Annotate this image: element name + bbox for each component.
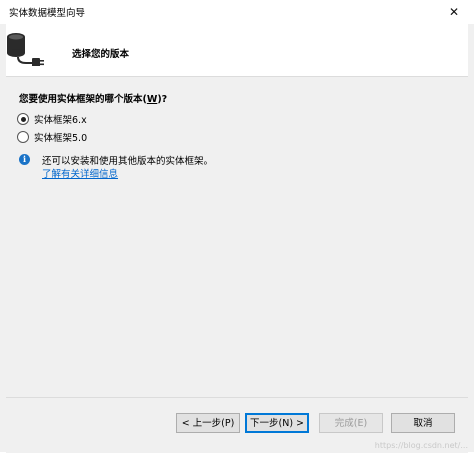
wizard-header: 选择您的版本 [0, 24, 474, 77]
option-ef6[interactable]: 实体框架6.x [17, 112, 87, 126]
question-accelerator: W [146, 94, 158, 105]
title-bar: 实体数据模型向导 ✕ [0, 0, 474, 24]
back-button[interactable]: < 上一步(P) [176, 413, 240, 433]
cancel-button[interactable]: 取消 [391, 413, 455, 433]
next-button[interactable]: 下一步(N) > [245, 413, 309, 433]
option-ef5-label[interactable]: 实体框架5.0 [34, 130, 87, 144]
wizard-body: 您要使用实体框架的哪个版本(W)? 实体框架6.x 实体框架5.0 i 还可以安… [6, 77, 468, 397]
header-title: 选择您的版本 [72, 49, 130, 60]
option-ef6-label[interactable]: 实体框架6.x [34, 112, 87, 126]
finish-button[interactable]: 完成(E) [319, 413, 383, 433]
version-question: 您要使用实体框架的哪个版本(W)? [19, 91, 167, 105]
watermark: https://blog.csdn.net/... [374, 441, 468, 450]
database-connector-icon [7, 33, 44, 66]
info-icon: i [19, 154, 30, 165]
right-border [468, 24, 474, 452]
info-text: 还可以安装和使用其他版本的实体框架。 [42, 156, 214, 167]
radio-ef5[interactable] [17, 131, 29, 143]
radio-ef6[interactable] [17, 113, 29, 125]
learn-more-link[interactable]: 了解有关详细信息 [42, 166, 118, 180]
close-icon[interactable]: ✕ [440, 1, 468, 23]
window-title: 实体数据模型向导 [9, 8, 86, 19]
question-text: 您要使用实体框架的哪个版本( [19, 94, 147, 105]
option-ef5[interactable]: 实体框架5.0 [17, 130, 87, 144]
question-suffix: )? [157, 94, 168, 105]
